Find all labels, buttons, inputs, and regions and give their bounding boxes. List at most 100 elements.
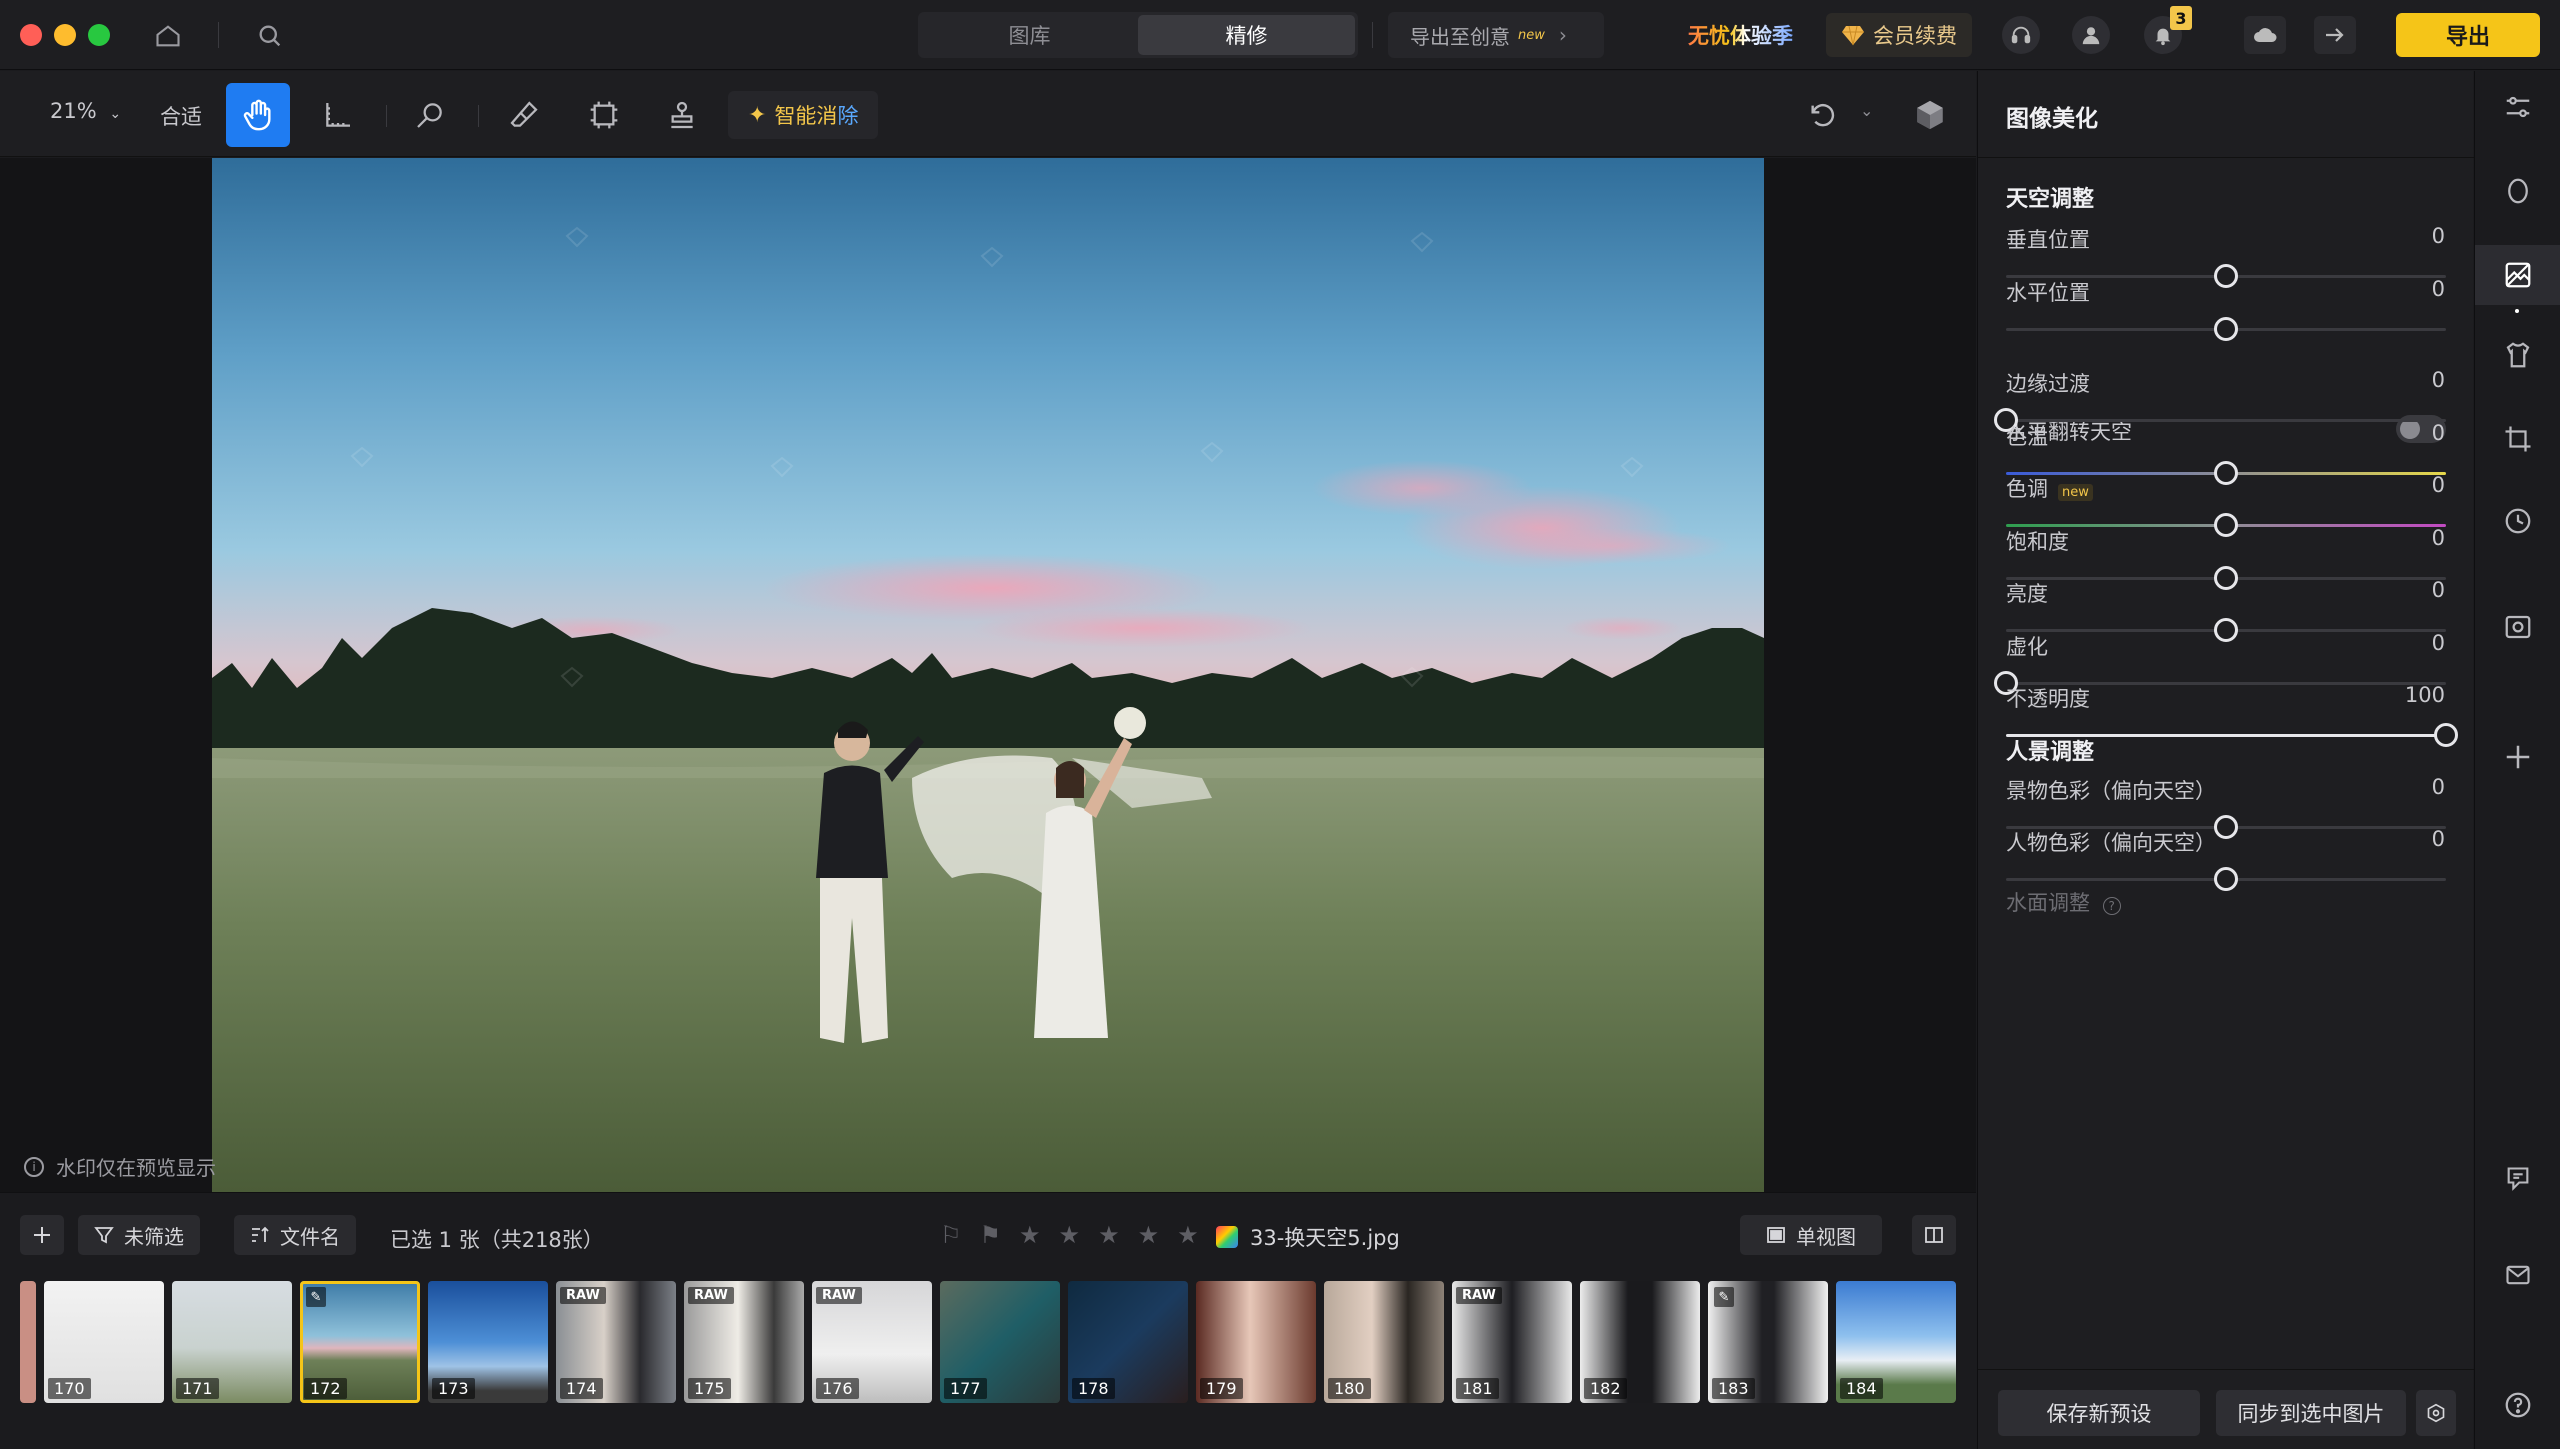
sliders-adjust-icon[interactable] (2475, 77, 2560, 137)
compare-cube-icon[interactable] (1898, 83, 1962, 147)
promo-banner[interactable]: 无忧体验季 (1688, 20, 1793, 50)
history-chevron-down-icon[interactable]: ⌄ (1860, 101, 1873, 120)
scene-color-label-text: 景物色彩（偏向天空） (2006, 779, 2216, 803)
thumbnail-selected[interactable]: ✎ 172 (300, 1281, 420, 1403)
zoom-dropdown[interactable]: 21% ⌄ (50, 99, 121, 123)
chevron-right-icon: › (1558, 23, 1567, 47)
thumbnail-number: 172 (304, 1378, 347, 1399)
add-icon[interactable] (20, 1215, 64, 1255)
blur-label: 虚化 (2006, 631, 2048, 661)
search-icon[interactable] (252, 18, 288, 54)
undo-icon[interactable] (1790, 83, 1854, 147)
photo-preview[interactable] (212, 158, 1764, 1192)
star-icon[interactable]: ★ (1059, 1221, 1081, 1249)
thumbnail[interactable]: 180 (1324, 1281, 1444, 1403)
help-icon[interactable] (2475, 1375, 2560, 1435)
thumbnail[interactable]: 171 (172, 1281, 292, 1403)
smart-remove-button[interactable]: ✦ 智能消除 (728, 91, 879, 139)
image-beautify-icon[interactable] (2475, 245, 2560, 305)
tab-retouch[interactable]: 精修 (1138, 15, 1355, 55)
fit-button[interactable]: 合适 (160, 101, 202, 131)
image-canvas[interactable] (0, 158, 1976, 1192)
star-icon[interactable]: ★ (1138, 1221, 1160, 1249)
flag-pick-icon[interactable]: ⚐ (940, 1221, 962, 1249)
tint-label: 色调 new (2006, 473, 2093, 503)
vertical-position-slider-handle[interactable] (2214, 264, 2238, 288)
edge-transition-value: 0 (2431, 368, 2445, 392)
split-view-icon[interactable] (1912, 1215, 1956, 1255)
tint-slider-handle[interactable] (2214, 513, 2238, 537)
edge-transition-slider-track[interactable] (2006, 419, 2446, 422)
sync-settings-icon[interactable] (2416, 1390, 2456, 1436)
sync-to-selected-button[interactable]: 同步到选中图片 (2216, 1390, 2406, 1436)
straighten-ruler-icon[interactable] (306, 83, 370, 147)
hand-tool-icon[interactable] (226, 83, 290, 147)
share-arrow-icon[interactable] (2314, 16, 2356, 54)
thumbnail[interactable]: 173 (428, 1281, 548, 1403)
thumbnail-number: 178 (1072, 1378, 1115, 1399)
brightness-slider-handle[interactable] (2214, 618, 2238, 642)
camera-raw-icon[interactable] (2475, 597, 2560, 657)
mode-switch: 图库 精修 (918, 12, 1358, 58)
crop-frame-icon[interactable] (572, 83, 636, 147)
sort-button[interactable]: 文件名 (234, 1215, 356, 1255)
clone-stamp-icon[interactable] (650, 83, 714, 147)
raw-badge: RAW (560, 1287, 606, 1304)
star-icon[interactable]: ★ (1098, 1221, 1120, 1249)
opacity-slider-handle[interactable] (2434, 723, 2458, 747)
thumbnail[interactable]: 179 (1196, 1281, 1316, 1403)
vertical-position-value: 0 (2431, 224, 2445, 248)
filter-button[interactable]: 未筛选 (78, 1215, 200, 1255)
face-retouch-icon[interactable] (2475, 161, 2560, 221)
flag-reject-icon[interactable]: ⚑ (980, 1221, 1002, 1249)
saturation-value: 0 (2431, 526, 2445, 550)
thumbnail[interactable]: 177 (940, 1281, 1060, 1403)
home-icon[interactable] (150, 18, 186, 54)
person-color-slider-handle[interactable] (2214, 867, 2238, 891)
scene-color-slider-handle[interactable] (2214, 815, 2238, 839)
tab-gallery[interactable]: 图库 (921, 15, 1138, 55)
mail-icon[interactable] (2475, 1245, 2560, 1305)
saturation-slider-handle[interactable] (2214, 566, 2238, 590)
thumbnail[interactable]: 178 (1068, 1281, 1188, 1403)
thumbnail[interactable]: ✎ 183 (1708, 1281, 1828, 1403)
thumbnail[interactable]: RAW 175 (684, 1281, 804, 1403)
thumbnail[interactable]: 182 (1580, 1281, 1700, 1403)
thumbnail-number: 171 (176, 1378, 219, 1399)
minimize-window-button[interactable] (54, 24, 76, 46)
close-window-button[interactable] (20, 24, 42, 46)
thumbnail[interactable]: RAW 181 (1452, 1281, 1572, 1403)
cloud-icon[interactable] (2244, 16, 2286, 54)
zoom-window-button[interactable] (88, 24, 110, 46)
horizontal-position-slider-handle[interactable] (2214, 317, 2238, 341)
saturation-label-text: 饱和度 (2006, 530, 2069, 554)
help-circle-icon[interactable]: ? (2102, 897, 2121, 915)
eraser-icon[interactable] (492, 83, 556, 147)
edge-transition-label: 边缘过渡 (2006, 368, 2090, 398)
history-clock-icon[interactable] (2475, 491, 2560, 551)
raw-badge: RAW (1456, 1287, 1502, 1304)
member-renew-button[interactable]: 会员续费 (1826, 13, 1972, 57)
clothing-icon[interactable] (2475, 325, 2560, 385)
star-icon[interactable]: ★ (1177, 1221, 1199, 1249)
opacity-slider-track[interactable] (2006, 734, 2446, 737)
crop-icon[interactable] (2475, 409, 2560, 469)
color-label-icon[interactable] (1216, 1226, 1238, 1248)
color-temperature-slider-handle[interactable] (2214, 461, 2238, 485)
liquify-brush-icon[interactable] (398, 83, 462, 147)
export-to-create-button[interactable]: 导出至创意 new › (1388, 12, 1604, 58)
user-avatar-icon[interactable] (2072, 16, 2110, 54)
thumbnail[interactable]: RAW 174 (556, 1281, 676, 1403)
star-icon[interactable]: ★ (1019, 1221, 1041, 1249)
feedback-icon[interactable] (2475, 1149, 2560, 1209)
headset-icon[interactable] (2002, 16, 2040, 54)
thumbnail-partial[interactable] (20, 1281, 36, 1403)
thumbnail[interactable]: 170 (44, 1281, 164, 1403)
thumbnail[interactable]: 184 (1836, 1281, 1956, 1403)
thumbnail[interactable]: RAW 176 (812, 1281, 932, 1403)
thumbnail-number: 175 (688, 1378, 731, 1399)
single-view-button[interactable]: 单视图 (1740, 1215, 1882, 1255)
export-button[interactable]: 导出 (2396, 13, 2540, 57)
add-tool-icon[interactable] (2475, 727, 2560, 787)
save-preset-button[interactable]: 保存新预设 (1998, 1390, 2200, 1436)
